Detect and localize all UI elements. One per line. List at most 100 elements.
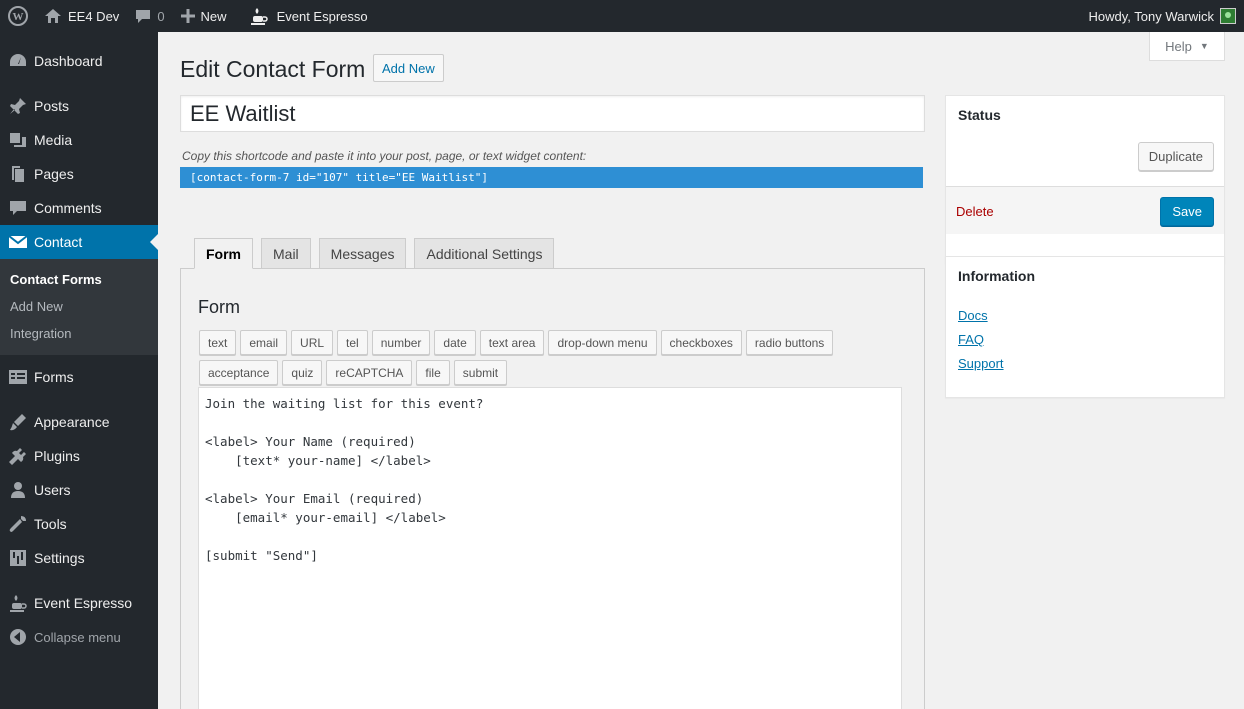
admin-sidebar: Dashboard Posts Media Pages Comments Con… bbox=[0, 32, 158, 709]
menu-tools[interactable]: Tools bbox=[0, 507, 158, 541]
tag-button-recaptcha[interactable]: reCAPTCHA bbox=[326, 360, 413, 385]
tab-mail[interactable]: Mail bbox=[261, 238, 311, 269]
forms-icon bbox=[8, 367, 28, 387]
main-content: Help ▼ Edit Contact Form Add New EE Wait… bbox=[158, 32, 1244, 709]
tag-button-number[interactable]: number bbox=[371, 330, 431, 355]
menu-pages[interactable]: Pages bbox=[0, 157, 158, 191]
docs-link[interactable]: Docs bbox=[958, 308, 988, 323]
tag-button-file[interactable]: file bbox=[416, 360, 450, 385]
espresso-icon bbox=[8, 593, 28, 613]
tab-messages[interactable]: Messages bbox=[318, 238, 407, 269]
dashboard-icon bbox=[8, 51, 28, 71]
status-footer: Delete Save bbox=[946, 186, 1224, 234]
plus-icon bbox=[180, 9, 195, 23]
pages-icon bbox=[8, 164, 28, 184]
tab-form[interactable]: Form bbox=[194, 238, 253, 269]
menu-label: Tools bbox=[34, 516, 67, 532]
pin-icon bbox=[8, 96, 28, 116]
new-label: New bbox=[200, 8, 227, 24]
tag-button-quiz[interactable]: quiz bbox=[282, 360, 323, 385]
panel-title: Form bbox=[198, 297, 240, 317]
shortcode-field[interactable]: [contact-form-7 id="107" title="EE Waitl… bbox=[180, 167, 923, 188]
comment-icon bbox=[136, 10, 151, 23]
mail-icon bbox=[8, 232, 28, 252]
form-title-input[interactable]: EE Waitlist bbox=[180, 95, 925, 132]
collapse-menu-button[interactable]: Collapse menu bbox=[0, 620, 158, 654]
menu-plugins[interactable]: Plugins bbox=[0, 439, 158, 473]
menu-label: Forms bbox=[34, 369, 74, 385]
menu-contact[interactable]: Contact bbox=[0, 225, 158, 259]
tag-button-email[interactable]: email bbox=[240, 330, 288, 355]
menu-comments[interactable]: Comments bbox=[0, 191, 158, 225]
greeting: Howdy, Tony Warwick bbox=[1088, 8, 1214, 24]
wrench-icon bbox=[8, 514, 28, 534]
support-link[interactable]: Support bbox=[958, 356, 1004, 371]
new-content-link[interactable]: New bbox=[173, 0, 235, 32]
menu-users[interactable]: Users bbox=[0, 473, 158, 507]
submenu-integration[interactable]: Integration bbox=[0, 320, 158, 347]
status-box: Status Duplicate Delete Save bbox=[945, 95, 1225, 263]
tag-button-radio[interactable]: radio buttons bbox=[745, 330, 834, 355]
home-icon bbox=[45, 9, 61, 23]
menu-label: Comments bbox=[34, 200, 102, 216]
user-icon bbox=[8, 480, 28, 500]
site-name-link[interactable]: EE4 Dev bbox=[36, 0, 127, 32]
plug-icon bbox=[8, 446, 28, 466]
form-template-editor[interactable]: Join the waiting list for this event? <l… bbox=[198, 387, 902, 709]
tab-additional-settings[interactable]: Additional Settings bbox=[414, 238, 555, 269]
editor-tabs: Form Mail Messages Additional Settings bbox=[194, 238, 562, 269]
menu-label: Users bbox=[34, 482, 71, 498]
event-espresso-link[interactable]: Event Espresso bbox=[241, 0, 376, 32]
duplicate-button[interactable]: Duplicate bbox=[1137, 142, 1214, 171]
media-icon bbox=[8, 130, 28, 150]
menu-label: Plugins bbox=[34, 448, 80, 464]
add-new-button[interactable]: Add New bbox=[373, 54, 444, 82]
settings-icon bbox=[8, 548, 28, 568]
information-box: Information Docs FAQ Support bbox=[945, 256, 1225, 398]
wordpress-logo-icon[interactable]: W bbox=[0, 0, 36, 32]
tag-button-checkboxes[interactable]: checkboxes bbox=[660, 330, 742, 355]
menu-dashboard[interactable]: Dashboard bbox=[0, 44, 158, 78]
menu-settings[interactable]: Settings bbox=[0, 541, 158, 575]
tag-button-tel[interactable]: tel bbox=[337, 330, 368, 355]
collapse-arrow-icon bbox=[8, 627, 28, 647]
event-espresso-label: Event Espresso bbox=[276, 8, 368, 24]
submenu-add-new[interactable]: Add New bbox=[0, 293, 158, 320]
tag-button-url[interactable]: URL bbox=[291, 330, 334, 355]
admin-bar: W EE4 Dev 0 New Event Espresso Howdy, To… bbox=[0, 0, 1244, 32]
faq-link[interactable]: FAQ bbox=[958, 332, 984, 347]
submenu-contact-forms[interactable]: Contact Forms bbox=[0, 266, 158, 293]
tag-button-dropdown[interactable]: drop-down menu bbox=[548, 330, 657, 355]
menu-label: Pages bbox=[34, 166, 74, 182]
menu-label: Settings bbox=[34, 550, 85, 566]
my-account-link[interactable]: Howdy, Tony Warwick bbox=[1081, 0, 1244, 32]
tag-button-acceptance[interactable]: acceptance bbox=[199, 360, 279, 385]
collapse-label: Collapse menu bbox=[34, 629, 121, 645]
menu-event-espresso[interactable]: Event Espresso bbox=[0, 586, 158, 620]
menu-media[interactable]: Media bbox=[0, 123, 158, 157]
tag-button-submit[interactable]: submit bbox=[453, 360, 508, 385]
tag-button-date[interactable]: date bbox=[434, 330, 476, 355]
save-button[interactable]: Save bbox=[1160, 197, 1214, 226]
help-tab[interactable]: Help ▼ bbox=[1149, 32, 1225, 61]
menu-forms[interactable]: Forms bbox=[0, 360, 158, 394]
chevron-down-icon: ▼ bbox=[1199, 41, 1209, 51]
menu-label: Contact bbox=[34, 234, 83, 250]
menu-label: Event Espresso bbox=[34, 595, 133, 611]
menu-posts[interactable]: Posts bbox=[0, 89, 158, 123]
status-title: Status bbox=[958, 107, 1001, 123]
menu-appearance[interactable]: Appearance bbox=[0, 405, 158, 439]
delete-link[interactable]: Delete bbox=[956, 204, 994, 219]
comments-link[interactable]: 0 bbox=[127, 0, 172, 32]
menu-label: Dashboard bbox=[34, 53, 103, 69]
comments-count: 0 bbox=[157, 8, 165, 24]
contact-submenu: Contact Forms Add New Integration bbox=[0, 259, 158, 355]
tag-button-text[interactable]: text bbox=[199, 330, 237, 355]
avatar bbox=[1220, 8, 1236, 24]
form-panel: Form text email URL tel number date text… bbox=[180, 268, 925, 709]
tag-button-textarea[interactable]: text area bbox=[479, 330, 545, 355]
information-title: Information bbox=[958, 268, 1035, 284]
tag-generator-row-2: acceptance quiz reCAPTCHA file submit bbox=[199, 360, 511, 385]
comment-icon bbox=[8, 198, 28, 218]
help-label: Help bbox=[1165, 38, 1192, 54]
